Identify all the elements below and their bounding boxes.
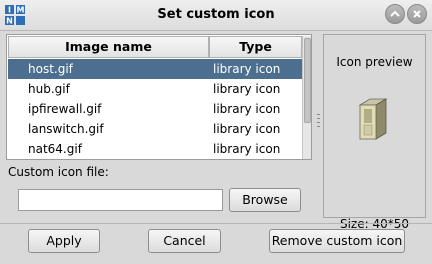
- custom-file-label: Custom icon file:: [8, 165, 109, 179]
- close-button[interactable]: [407, 4, 427, 24]
- browse-button[interactable]: Browse: [229, 188, 301, 212]
- table-row[interactable]: hub.gif library icon: [8, 79, 302, 99]
- cancel-button[interactable]: Cancel: [148, 229, 221, 253]
- remove-custom-icon-button[interactable]: Remove custom icon: [269, 229, 405, 253]
- image-name-cell: host.gif: [28, 62, 73, 76]
- list-scrollbar[interactable]: [302, 36, 311, 159]
- server-host-icon: [358, 98, 388, 140]
- image-name-cell: lanswitch.gif: [28, 122, 104, 136]
- table-row[interactable]: host.gif library icon: [8, 59, 302, 79]
- type-cell: library icon: [213, 122, 281, 136]
- icon-preview-panel: Icon preview Size: 40*50: [323, 34, 426, 231]
- table-row[interactable]: ipfirewall.gif library icon: [8, 99, 302, 119]
- window-title: Set custom icon: [157, 7, 275, 22]
- image-list[interactable]: Image name Type host.gif library icon hu…: [6, 34, 312, 160]
- preview-title: Icon preview: [336, 55, 413, 69]
- type-cell: library icon: [213, 102, 281, 116]
- type-cell: library icon: [213, 142, 281, 156]
- table-row[interactable]: nat64.gif library icon: [8, 139, 302, 159]
- title-bar: I M N Set custom icon: [0, 0, 432, 31]
- table-header: Image name Type: [8, 36, 302, 58]
- divider: [0, 223, 432, 224]
- scrollbar-thumb[interactable]: [304, 38, 311, 123]
- close-icon: [413, 10, 421, 18]
- image-name-cell: hub.gif: [28, 82, 70, 96]
- type-cell: library icon: [213, 82, 281, 96]
- column-header-type[interactable]: Type: [209, 36, 302, 58]
- column-header-image-name[interactable]: Image name: [8, 36, 209, 58]
- image-name-cell: ipfirewall.gif: [28, 102, 102, 116]
- image-name-cell: nat64.gif: [28, 142, 82, 156]
- apply-button[interactable]: Apply: [28, 229, 100, 253]
- table-row[interactable]: lanswitch.gif library icon: [8, 119, 302, 139]
- maximize-button[interactable]: [385, 4, 405, 24]
- splitter-handle[interactable]: [315, 110, 321, 130]
- preview-box: Size: 40*50: [338, 77, 411, 231]
- type-cell: library icon: [213, 62, 281, 76]
- chevron-up-icon: [390, 10, 400, 17]
- custom-file-input[interactable]: [18, 189, 223, 211]
